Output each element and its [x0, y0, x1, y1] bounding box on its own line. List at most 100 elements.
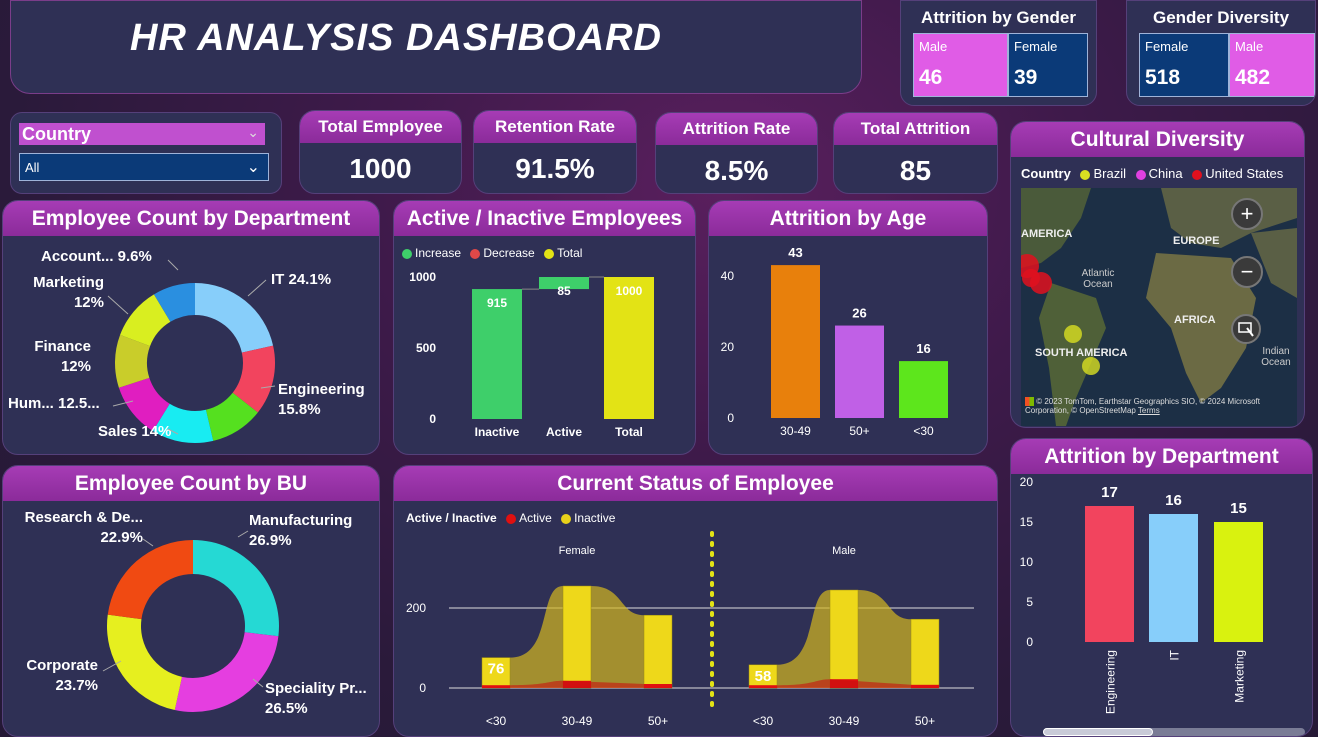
x-tick-label: 30-49 — [829, 714, 860, 728]
tile-value: 46 — [919, 66, 943, 89]
bu-donut-chart[interactable]: Manufacturing 26.9% Speciality Pr... 26.5% C… — [3, 501, 380, 736]
attrition-dept-chart[interactable]: 0 5 10 15 20 17 Engineering 16 IT 15 Marketing — [1011, 474, 1313, 726]
kpi-total-employee: Total Employee 1000 — [299, 110, 462, 194]
country-filter-header[interactable]: Country ⌄ — [19, 123, 265, 145]
leader-line[interactable] — [167, 259, 179, 271]
kpi-label: Retention Rate — [474, 111, 636, 143]
y-tick-label: 0 — [727, 411, 734, 425]
brazil-marker — [1064, 325, 1082, 343]
terms-link[interactable]: Terms — [1138, 406, 1160, 415]
tile-value: 482 — [1235, 66, 1271, 89]
active-bar[interactable] — [911, 684, 939, 688]
country-dropdown[interactable]: All ⌄ — [19, 153, 269, 181]
kpi-value: 85 — [899, 155, 932, 186]
dept-donut-chart[interactable]: IT 24.1% Engineering 15.8% Sales 14% Hum... … — [3, 236, 380, 454]
attrition-dept-card: Attrition by Department 0 5 10 15 20 17 Engine… — [1010, 438, 1313, 737]
y-tick-label: 0 — [429, 412, 436, 426]
selection-tool-button[interactable] — [1231, 314, 1261, 344]
cultural-diversity-card: Cultural Diversity Country Brazil China … — [1010, 121, 1305, 428]
active-bar[interactable] — [482, 685, 510, 688]
active-bar[interactable] — [749, 685, 777, 688]
leader-line[interactable] — [107, 295, 129, 315]
active-inactive-card: Active / Inactive Employees Increase Dec… — [393, 200, 696, 455]
y-tick-label: 0 — [419, 681, 426, 695]
page-title: HR ANALYSIS DASHBOARD — [130, 17, 662, 59]
map-legend: Country Brazil China United States — [1021, 166, 1283, 181]
scrollbar-thumb[interactable] — [1043, 728, 1153, 736]
slice-label: Speciality Pr... — [265, 680, 367, 697]
data-label: 915 — [487, 296, 507, 310]
inactive-bar[interactable] — [643, 614, 673, 689]
leader-line[interactable] — [142, 538, 154, 547]
select-cursor-icon — [1238, 322, 1254, 337]
microsoft-logo-icon — [1025, 397, 1034, 407]
legend-dot — [402, 248, 412, 259]
horizontal-scrollbar[interactable] — [1043, 728, 1305, 736]
tile-label: Female — [1014, 39, 1058, 54]
tile-value: 518 — [1145, 66, 1181, 89]
donut-slice[interactable] — [195, 283, 274, 353]
legend-label: Inactive — [574, 511, 616, 525]
active-bar[interactable] — [644, 684, 672, 688]
legend-label: United States — [1205, 166, 1284, 181]
tile-label: Female — [1145, 39, 1189, 54]
donut-slice[interactable] — [193, 540, 280, 637]
x-tick-label: <30 — [913, 424, 934, 438]
attrition-age-card: Attrition by Age 0 20 40 43 30-49 26 50+ 16 <30 — [708, 200, 988, 455]
current-status-chart[interactable]: 0 200 Female <30 30-49 50+ 76 Male <30 30-49 50+ 58 — [394, 528, 998, 737]
donut-slice[interactable] — [107, 540, 193, 620]
y-tick-label: 500 — [416, 341, 436, 355]
x-tick-label: 30-49 — [562, 714, 593, 728]
zoom-out-button[interactable]: − — [1231, 256, 1263, 288]
world-map[interactable]: AMERICA EUROPE Atlantic Ocean AFRICA SOU… — [1021, 188, 1297, 426]
slice-label: 23.7% — [55, 677, 98, 694]
waterfall-bar[interactable] — [604, 277, 654, 419]
inactive-bar[interactable] — [910, 618, 940, 689]
dept-bar[interactable] — [1085, 506, 1134, 642]
diversity-male-tile[interactable]: Male 482 — [1229, 33, 1315, 97]
country-filter-card: Country ⌄ All ⌄ — [10, 112, 282, 194]
data-label: 43 — [788, 245, 802, 260]
leader-line[interactable] — [247, 279, 267, 297]
x-tick-label: Inactive — [475, 425, 520, 439]
waterfall-chart[interactable]: 0 500 1000 915 Inactive 85 Active 1000 Total — [394, 264, 696, 454]
leader-line[interactable] — [237, 530, 249, 538]
country-dropdown-value: All — [25, 160, 40, 175]
tile-label: Male — [1235, 39, 1264, 54]
tile-label: Male — [919, 39, 948, 54]
age-bar[interactable] — [835, 325, 884, 418]
legend-label: China — [1148, 166, 1183, 181]
attrition-age-chart[interactable]: 0 20 40 43 30-49 26 50+ 16 <30 — [709, 236, 988, 454]
data-label: 1000 — [616, 284, 643, 298]
y-tick-label: 200 — [406, 601, 426, 615]
map-label-south-america: SOUTH AMERICA — [1035, 347, 1128, 359]
x-tick-label: 30-49 — [780, 424, 811, 438]
slice-label: Sales 14% — [98, 423, 171, 440]
data-label: 58 — [755, 668, 772, 685]
minus-icon: − — [1240, 259, 1254, 284]
y-tick-label: 40 — [721, 269, 735, 283]
brazil-marker — [1082, 357, 1100, 375]
data-label: 76 — [488, 661, 505, 678]
age-bar[interactable] — [899, 361, 948, 418]
age-bar[interactable] — [771, 265, 820, 418]
inactive-bar[interactable] — [562, 585, 592, 689]
x-tick-label: <30 — [486, 714, 507, 728]
zoom-in-button[interactable]: + — [1231, 198, 1263, 230]
inactive-bar[interactable] — [829, 589, 859, 689]
attrition-male-tile[interactable]: Male 46 — [913, 33, 1008, 97]
plus-icon: + — [1240, 201, 1254, 226]
map-label-europe: EUROPE — [1173, 235, 1220, 247]
donut-slice[interactable] — [174, 632, 279, 712]
kpi-value: 1000 — [349, 153, 412, 184]
attrition-female-tile[interactable]: Female 39 — [1008, 33, 1088, 97]
x-tick-label: Marketing — [1233, 650, 1247, 703]
slice-label: Research & De... — [25, 509, 143, 526]
tile-value: 39 — [1014, 66, 1038, 89]
diversity-female-tile[interactable]: Female 518 — [1139, 33, 1229, 97]
legend-dot — [1080, 169, 1091, 180]
dept-bar[interactable] — [1214, 522, 1263, 642]
waterfall-legend: Increase Decrease Total — [402, 246, 582, 260]
y-tick-label: 20 — [1020, 475, 1034, 489]
dept-bar[interactable] — [1149, 514, 1198, 642]
